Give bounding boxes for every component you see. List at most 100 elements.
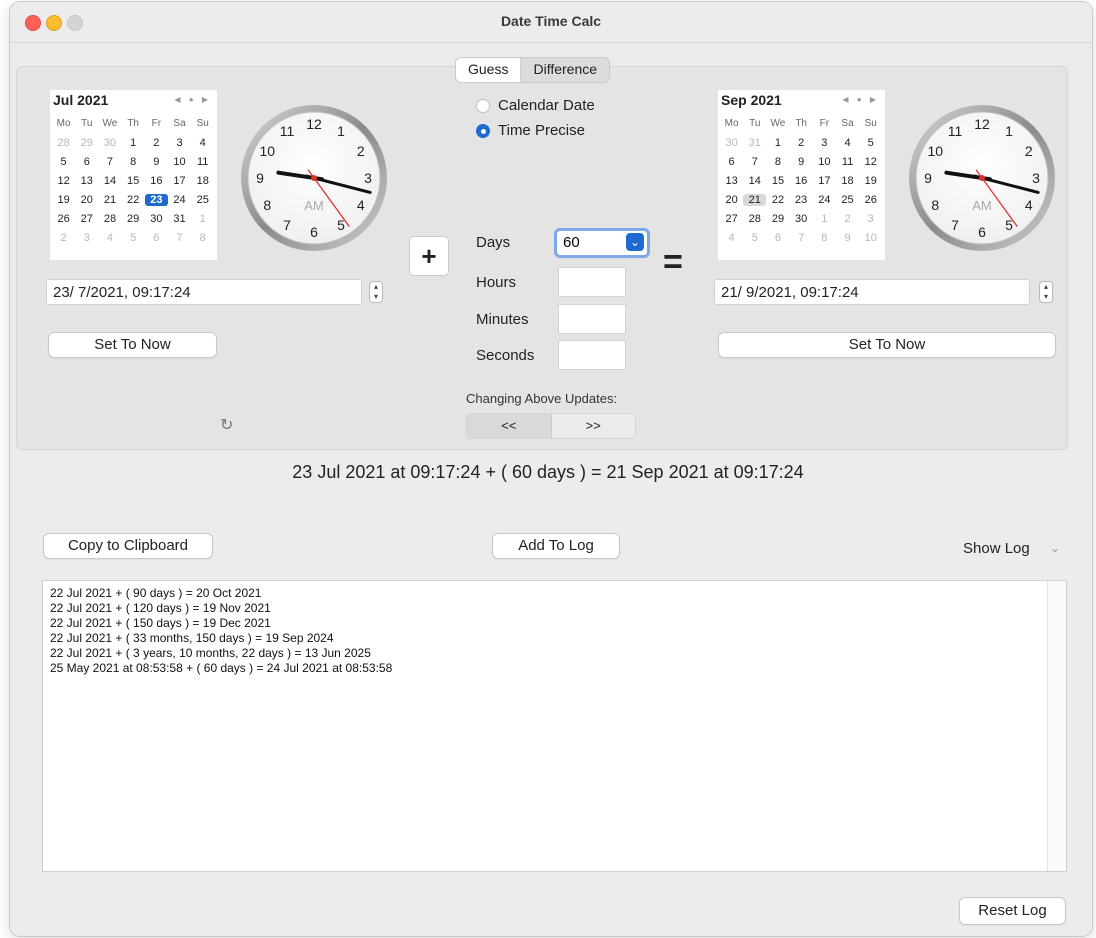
days-select[interactable]: 60 ⌄ [554, 228, 650, 258]
end-datetime-field[interactable]: 21/ 9/2021, 09:17:24 [714, 279, 1030, 305]
calendar-day[interactable]: 22 [766, 194, 789, 206]
calendar-day[interactable]: 1 [191, 213, 214, 225]
calendar-day[interactable]: 14 [743, 175, 766, 187]
start-clock[interactable]: 1234567891011 12AM [238, 102, 390, 254]
calendar-day[interactable]: 3 [168, 137, 191, 149]
calendar-day[interactable]: 26 [52, 213, 75, 225]
calendar-day[interactable]: 13 [75, 175, 98, 187]
calendar-day[interactable]: 2 [145, 137, 168, 149]
start-calendar-nav-icon[interactable]: ◀ ● ▶ [174, 95, 211, 104]
calendar-day[interactable]: 15 [766, 175, 789, 187]
calendar-day[interactable]: 2 [836, 213, 859, 225]
calendar-day[interactable]: 27 [75, 213, 98, 225]
add-to-log-button[interactable]: Add To Log [492, 533, 620, 559]
calendar-day[interactable]: 28 [98, 213, 121, 225]
calendar-day[interactable]: 19 [859, 175, 882, 187]
calendar-day[interactable]: 9 [145, 156, 168, 168]
hours-input[interactable] [558, 267, 626, 297]
calendar-day[interactable]: 29 [75, 137, 98, 149]
end-set-to-now-button[interactable]: Set To Now [718, 332, 1056, 358]
calendar-day[interactable]: 3 [75, 232, 98, 244]
start-datetime-field[interactable]: 23/ 7/2021, 09:17:24 [46, 279, 362, 305]
calendar-day[interactable]: 30 [145, 213, 168, 225]
calendar-day[interactable]: 24 [168, 194, 191, 206]
end-clock[interactable]: 1234567891011 12AM [906, 102, 1058, 254]
calendar-day[interactable]: 1 [813, 213, 836, 225]
calendar-day[interactable]: 14 [98, 175, 121, 187]
calendar-day[interactable]: 16 [790, 175, 813, 187]
seconds-input[interactable] [558, 340, 626, 370]
calendar-day[interactable]: 17 [168, 175, 191, 187]
start-datetime-stepper[interactable]: ▴ ▾ [369, 281, 383, 303]
calendar-day[interactable]: 23 [790, 194, 813, 206]
operation-plus-button[interactable]: + [409, 236, 449, 276]
end-calendar-nav-icon[interactable]: ◀ ● ▶ [842, 95, 879, 104]
calendar-day[interactable]: 27 [720, 213, 743, 225]
calendar-day[interactable]: 9 [836, 232, 859, 244]
calendar-day[interactable]: 20 [720, 194, 743, 206]
calendar-day[interactable]: 22 [122, 194, 145, 206]
calendar-day[interactable]: 6 [145, 232, 168, 244]
calendar-day[interactable]: 25 [836, 194, 859, 206]
calendar-day[interactable]: 19 [52, 194, 75, 206]
calendar-day[interactable]: 5 [859, 137, 882, 149]
calendar-day[interactable]: 8 [191, 232, 214, 244]
calendar-day[interactable]: 7 [98, 156, 121, 168]
radio-calendar-date[interactable]: Calendar Date [476, 97, 595, 114]
calendar-day[interactable]: 16 [145, 175, 168, 187]
calendar-day[interactable]: 5 [52, 156, 75, 168]
calendar-day[interactable]: 12 [52, 175, 75, 187]
calendar-day[interactable]: 6 [766, 232, 789, 244]
reset-log-button[interactable]: Reset Log [959, 897, 1066, 925]
calendar-day[interactable]: 10 [168, 156, 191, 168]
calendar-day[interactable]: 21 [98, 194, 121, 206]
calendar-day[interactable]: 13 [720, 175, 743, 187]
update-right-button[interactable]: >> [551, 414, 635, 438]
show-log-toggle[interactable]: Show Log [963, 540, 1030, 557]
start-set-to-now-button[interactable]: Set To Now [48, 332, 217, 358]
calendar-day[interactable]: 7 [790, 232, 813, 244]
calendar-day[interactable]: 5 [743, 232, 766, 244]
update-left-button[interactable]: << [467, 414, 552, 438]
end-calendar[interactable]: Sep 2021 ◀ ● ▶ Mo Tu We Th Fr Sa Su 30 31 1 2 3 4 5 6 7… [718, 90, 885, 260]
calendar-day[interactable]: 28 [743, 213, 766, 225]
calendar-day[interactable]: 26 [859, 194, 882, 206]
calendar-day[interactable]: 3 [813, 137, 836, 149]
calendar-day[interactable]: 10 [859, 232, 882, 244]
calendar-day[interactable]: 2 [790, 137, 813, 149]
calendar-day[interactable]: 11 [191, 156, 214, 168]
calendar-day[interactable]: 28 [52, 137, 75, 149]
calendar-day[interactable]: 2 [52, 232, 75, 244]
calendar-day[interactable]: 18 [836, 175, 859, 187]
calendar-day[interactable]: 4 [191, 137, 214, 149]
calendar-day[interactable]: 5 [122, 232, 145, 244]
calendar-day[interactable]: 20 [75, 194, 98, 206]
calendar-day[interactable]: 8 [813, 232, 836, 244]
copy-to-clipboard-button[interactable]: Copy to Clipboard [43, 533, 213, 559]
calendar-day[interactable]: 8 [766, 156, 789, 168]
calendar-day[interactable]: 31 [743, 137, 766, 149]
log-textarea[interactable]: 22 Jul 2021 + ( 90 days ) = 20 Oct 2021 2… [42, 580, 1067, 872]
calendar-day[interactable]: 8 [122, 156, 145, 168]
start-calendar[interactable]: Jul 2021 ◀ ● ▶ Mo Tu We Th Fr Sa Su 28 29 30 1 2 3 4 5… [50, 90, 217, 260]
calendar-day[interactable]: 6 [720, 156, 743, 168]
calendar-day[interactable]: 6 [75, 156, 98, 168]
calendar-day[interactable]: 29 [122, 213, 145, 225]
calendar-selected-day[interactable]: 23 [144, 193, 168, 206]
refresh-icon[interactable]: ↻ [220, 415, 233, 435]
calendar-day[interactable]: 15 [122, 175, 145, 187]
calendar-day[interactable]: 18 [191, 175, 214, 187]
calendar-day[interactable]: 30 [98, 137, 121, 149]
calendar-day[interactable]: 1 [122, 137, 145, 149]
calendar-day[interactable]: 9 [790, 156, 813, 168]
calendar-day[interactable]: 12 [859, 156, 882, 168]
calendar-day[interactable]: 4 [836, 137, 859, 149]
calendar-day[interactable]: 4 [98, 232, 121, 244]
calendar-day[interactable]: 7 [743, 156, 766, 168]
radio-time-precise[interactable]: Time Precise [476, 122, 585, 139]
calendar-day[interactable]: 17 [813, 175, 836, 187]
calendar-selected-day[interactable]: 21 [743, 193, 767, 206]
calendar-day[interactable]: 1 [766, 137, 789, 149]
minutes-input[interactable] [558, 304, 626, 334]
calendar-day[interactable]: 30 [790, 213, 813, 225]
